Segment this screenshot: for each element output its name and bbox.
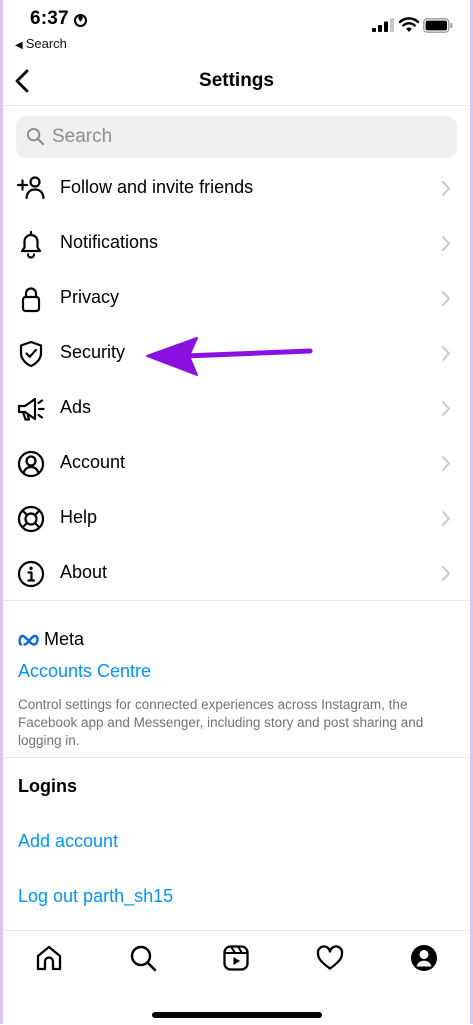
settings-item-privacy[interactable]: Privacy (0, 271, 473, 326)
shield-icon (19, 340, 43, 368)
back-triangle-icon: ◀ (15, 40, 23, 51)
chevron-right-icon (442, 346, 450, 361)
activity-flame-icon (74, 14, 87, 27)
section-divider (0, 757, 473, 758)
settings-item-help[interactable]: Help (0, 491, 473, 546)
info-icon (17, 560, 45, 588)
chevron-right-icon (442, 181, 450, 196)
profile-icon[interactable] (409, 943, 439, 973)
chevron-right-icon (442, 236, 450, 251)
meta-brand-label: Meta (44, 629, 85, 649)
account-circle-icon (17, 450, 45, 478)
chevron-right-icon (442, 566, 450, 581)
settings-item-label: Privacy (60, 287, 120, 307)
settings-item-about[interactable]: About (0, 546, 473, 601)
settings-item-ads[interactable]: Ads (0, 381, 473, 436)
settings-item-account[interactable]: Account (0, 436, 473, 491)
lock-icon (21, 287, 41, 313)
chevron-right-icon (442, 456, 450, 471)
bell-icon (20, 230, 42, 259)
accounts-centre-link[interactable]: Accounts Centre (18, 661, 151, 682)
annotation-arrow (146, 337, 313, 376)
lifebuoy-icon (17, 505, 45, 533)
search-icon[interactable] (128, 943, 158, 973)
settings-item-label: Security (60, 342, 126, 362)
settings-item-follow-invite[interactable]: Follow and invite friends (0, 161, 473, 216)
reels-icon[interactable] (221, 943, 251, 973)
settings-list: Follow and invite friends Notifications … (0, 161, 473, 601)
settings-item-notifications[interactable]: Notifications (0, 216, 473, 271)
chevron-right-icon (442, 511, 450, 526)
settings-item-label: Notifications (60, 232, 159, 252)
wifi-icon (399, 17, 419, 32)
chevron-right-icon (442, 291, 450, 306)
back-app-label: Search (25, 36, 67, 51)
meta-logo-icon (18, 634, 39, 646)
settings-item-label: Help (60, 507, 98, 527)
nav-header: Settings (0, 58, 473, 106)
add-person-icon (16, 176, 45, 200)
settings-item-label: Ads (60, 397, 92, 417)
chevron-right-icon (442, 401, 450, 416)
cellular-signal-icon (372, 18, 394, 32)
home-indicator (152, 1012, 322, 1018)
search-input[interactable] (52, 124, 432, 150)
back-to-app-link[interactable]: ◀ Search (15, 36, 67, 51)
logins-heading: Logins (18, 776, 77, 796)
settings-item-label: Account (60, 452, 126, 472)
add-account-link[interactable]: Add account (18, 831, 118, 852)
battery-icon (423, 18, 453, 33)
bottom-tab-bar (0, 930, 473, 1025)
search-bar[interactable] (16, 116, 457, 158)
meta-description: Control settings for connected experienc… (18, 697, 424, 748)
status-time: 6:37 (30, 8, 69, 29)
page-title: Settings (199, 70, 274, 91)
section-divider (0, 600, 473, 601)
home-icon[interactable] (34, 943, 64, 973)
megaphone-icon (17, 397, 45, 421)
settings-item-label: About (60, 562, 108, 582)
heart-icon[interactable] (315, 943, 345, 973)
status-bar: 6:37 ◀ Search (0, 0, 473, 58)
settings-item-label: Follow and invite friends (60, 177, 254, 197)
log-out-link[interactable]: Log out parth_sh15 (18, 886, 173, 907)
search-icon (26, 127, 45, 146)
